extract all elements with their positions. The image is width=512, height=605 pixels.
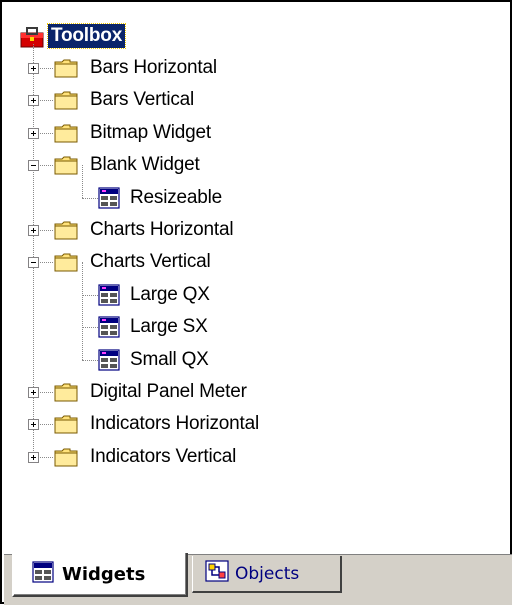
tree-folder-row[interactable]: Blank Widget: [2, 153, 510, 184]
folder-icon: [54, 90, 78, 115]
folder-icon: [54, 155, 78, 180]
expand-icon[interactable]: [28, 419, 39, 431]
folder-icon: [54, 123, 78, 148]
tree-widget-row[interactable]: Small QX: [2, 348, 510, 379]
tree-connector: [82, 294, 98, 296]
tree-folder-row[interactable]: Charts Vertical: [2, 250, 510, 281]
folder-icon: [54, 252, 78, 277]
folder-icon: [54, 220, 78, 245]
tab-widgets-label: Widgets: [62, 563, 146, 585]
tree-folder-row[interactable]: Indicators Vertical: [2, 445, 510, 476]
tree-folder-label[interactable]: Charts Vertical: [90, 250, 211, 274]
tab-objects[interactable]: Objects: [192, 556, 342, 593]
tree-root[interactable]: Toolbox: [2, 23, 510, 55]
tree-connector: [82, 359, 98, 361]
tree-folder-label[interactable]: Bitmap Widget: [90, 121, 211, 145]
toolbox-panel: Toolbox Bars Horizontal Bars Vertical Bitm…: [0, 0, 512, 605]
tree-widget-row[interactable]: Resizeable: [2, 186, 510, 217]
tree-connector: [82, 327, 98, 329]
tree-folder-row[interactable]: Bars Horizontal: [2, 56, 510, 87]
tree-connector: [82, 197, 98, 199]
tree-folder-row[interactable]: Bitmap Widget: [2, 121, 510, 152]
expand-icon[interactable]: [28, 127, 39, 139]
folder-icon: [54, 58, 78, 83]
folder-icon: [54, 382, 78, 407]
toolbox-tree[interactable]: Toolbox Bars Horizontal Bars Vertical Bitm…: [2, 2, 510, 552]
expand-icon[interactable]: [28, 95, 39, 107]
tree-widget-label[interactable]: Large QX: [130, 283, 210, 307]
widget-icon: [32, 560, 54, 588]
tab-objects-label: Objects: [235, 563, 300, 584]
tree-widget-label[interactable]: Small QX: [130, 348, 209, 372]
tree-folder-label[interactable]: Bars Horizontal: [90, 56, 217, 80]
tree-folder-label[interactable]: Indicators Vertical: [90, 445, 236, 469]
tree-folder-label[interactable]: Digital Panel Meter: [90, 380, 247, 404]
expand-icon[interactable]: [28, 451, 39, 463]
widget-icon: [98, 284, 120, 311]
widget-icon: [98, 186, 120, 214]
expand-icon[interactable]: [28, 225, 39, 236]
widget-icon: [98, 348, 120, 376]
tree-widget-label[interactable]: Large SX: [130, 315, 208, 339]
tree-folder-label[interactable]: Bars Vertical: [90, 88, 194, 112]
widget-icon: [98, 316, 120, 343]
tab-widgets[interactable]: Widgets: [12, 553, 188, 597]
tree-folder-row[interactable]: Indicators Horizontal: [2, 412, 510, 443]
collapse-icon[interactable]: [28, 160, 39, 172]
collapse-icon[interactable]: [28, 257, 39, 269]
tree-folder-label[interactable]: Blank Widget: [90, 153, 200, 177]
expand-icon[interactable]: [28, 63, 39, 74]
tree-root-label[interactable]: Toolbox: [46, 23, 127, 49]
tree-widget-label[interactable]: Resizeable: [130, 186, 222, 210]
tree-folder-label[interactable]: Charts Horizontal: [90, 218, 234, 242]
objects-icon: [205, 560, 229, 587]
tree-folder-label[interactable]: Indicators Horizontal: [90, 412, 259, 436]
folder-icon: [54, 414, 78, 439]
tree-widget-row[interactable]: Large QX: [2, 283, 510, 314]
expand-icon[interactable]: [28, 387, 39, 398]
folder-icon: [54, 447, 78, 472]
tree-folder-row[interactable]: Charts Horizontal: [2, 218, 510, 249]
tree-widget-row[interactable]: Large SX: [2, 315, 510, 346]
tab-strip: Widgets Objects: [4, 553, 512, 605]
tree-folder-row[interactable]: Bars Vertical: [2, 88, 510, 119]
tree-folder-row[interactable]: Digital Panel Meter: [2, 380, 510, 411]
toolbox-icon: [20, 26, 44, 53]
